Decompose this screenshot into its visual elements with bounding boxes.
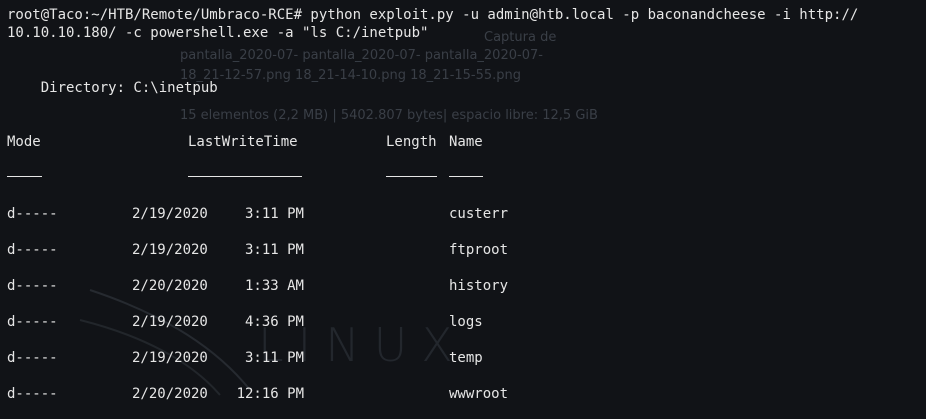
header-underline	[188, 176, 302, 177]
row-name: logs	[449, 314, 483, 330]
row-mode: d-----	[7, 314, 58, 330]
row-mode: d-----	[7, 386, 58, 402]
row-name: temp	[449, 350, 483, 366]
header-underline	[7, 176, 42, 177]
row-time: 3:11 PM	[244, 206, 304, 222]
header-name: Name	[449, 134, 483, 150]
row-mode: d-----	[7, 350, 58, 366]
command-line[interactable]: root@Taco:~/HTB/Remote/Umbraco-RCE# pyth…	[7, 6, 858, 24]
row-date: 2/19/2020	[132, 242, 208, 258]
row-time: 3:11 PM	[244, 242, 304, 258]
row-time: 12:16 PM	[236, 386, 304, 402]
row-mode: d-----	[7, 242, 58, 258]
command-line-continued[interactable]: 10.10.10.180/ -c powershell.exe -a "ls C…	[7, 24, 428, 42]
row-date: 2/20/2020	[132, 278, 208, 294]
row-time: 4:36 PM	[244, 314, 304, 330]
background-text: Captura de	[484, 30, 557, 45]
row-mode: d-----	[7, 278, 58, 294]
row-name: history	[449, 278, 509, 294]
row-date: 2/20/2020	[132, 386, 208, 402]
directory-label: Directory: C:\inetpub	[7, 80, 218, 96]
background-penguin-icon	[79, 289, 251, 396]
row-name: ftproot	[449, 242, 509, 258]
background-text: 18_21-12-57.png 18_21-14-10.png 18_21-15…	[180, 68, 522, 83]
row-mode: d-----	[7, 206, 58, 222]
header-underline	[386, 176, 437, 177]
row-time: 3:11 PM	[244, 350, 304, 366]
row-date: 2/19/2020	[132, 314, 208, 330]
row-date: 2/19/2020	[132, 206, 208, 222]
header-mode: Mode	[7, 134, 41, 150]
row-name: wwwroot	[449, 386, 509, 402]
background-text: pantalla_2020-07- pantalla_2020-07- pant…	[180, 48, 543, 63]
row-name: custerr	[449, 206, 509, 222]
header-underline	[449, 176, 483, 177]
header-lastwritetime: LastWriteTime	[188, 134, 298, 150]
header-length: Length	[386, 134, 437, 150]
row-time: 1:33 AM	[244, 278, 304, 294]
row-date: 2/19/2020	[132, 350, 208, 366]
background-text: 15 elementos (2,2 MB) | 5402.807 bytes| …	[180, 108, 598, 123]
